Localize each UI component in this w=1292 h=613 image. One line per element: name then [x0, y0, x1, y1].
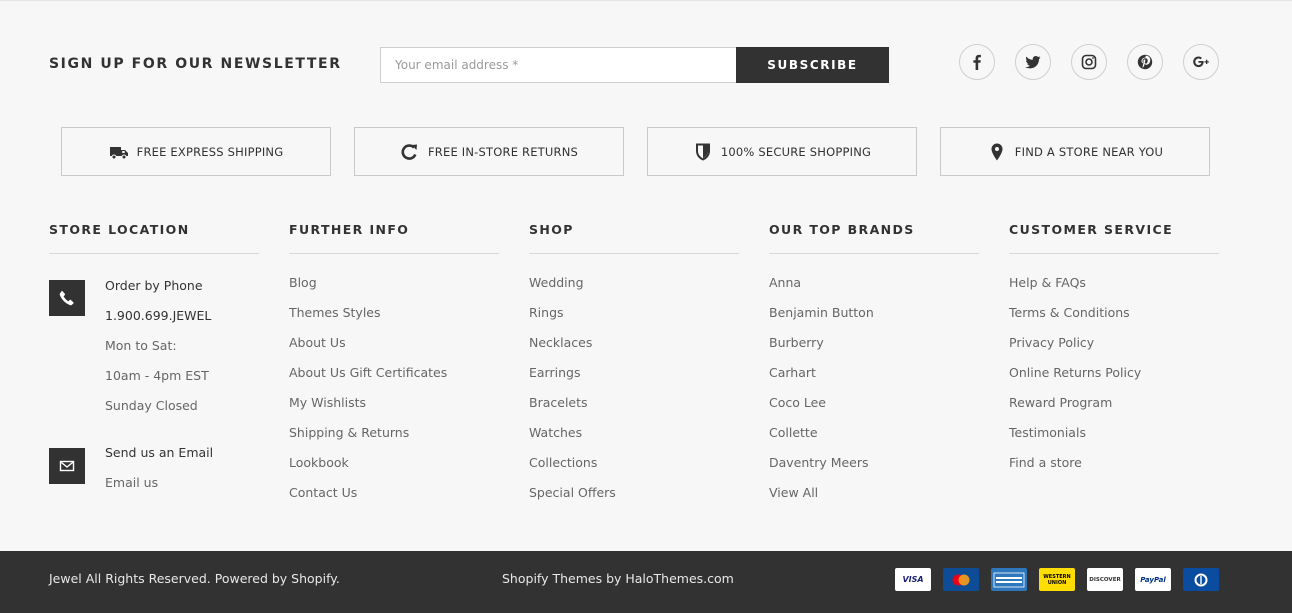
paypal-icon: PayPal — [1135, 568, 1171, 591]
facebook-link[interactable] — [959, 44, 995, 80]
footer-link-find-store[interactable]: Find a store — [1009, 454, 1219, 484]
brand-link-coco-lee[interactable]: Coco Lee — [769, 394, 979, 424]
shop-column: SHOP Wedding Rings Necklaces Earrings Br… — [529, 222, 739, 514]
footer-link-about-us[interactable]: About Us — [289, 334, 499, 364]
pinterest-link[interactable] — [1127, 44, 1163, 80]
pinterest-icon — [1137, 54, 1153, 70]
discover-icon: DISCOVER — [1087, 568, 1123, 591]
further-info-title: FURTHER INFO — [289, 222, 499, 254]
facebook-icon — [973, 54, 981, 70]
google-plus-icon — [1193, 56, 1209, 68]
footer-link-watches[interactable]: Watches — [529, 424, 739, 454]
footer-link-wedding[interactable]: Wedding — [529, 274, 739, 304]
top-divider — [0, 0, 1292, 1]
footer-link-testimonials[interactable]: Testimonials — [1009, 424, 1219, 454]
twitter-icon — [1025, 56, 1041, 69]
footer-link-reward-program[interactable]: Reward Program — [1009, 394, 1219, 424]
footer-link-help-faqs[interactable]: Help & FAQs — [1009, 274, 1219, 304]
newsletter-title: SIGN UP FOR OUR NEWSLETTER — [49, 56, 342, 72]
footer-link-terms[interactable]: Terms & Conditions — [1009, 304, 1219, 334]
feature-label: 100% SECURE SHOPPING — [720, 144, 872, 159]
brand-link-daventry-meers[interactable]: Daventry Meers — [769, 454, 979, 484]
feature-free-returns[interactable]: FREE IN-STORE RETURNS — [354, 127, 624, 176]
feature-label: FREE EXPRESS SHIPPING — [136, 144, 284, 159]
brand-link-collette[interactable]: Collette — [769, 424, 979, 454]
visa-label: VISA — [902, 575, 924, 584]
store-location-column: STORE LOCATION — [49, 222, 259, 254]
subscribe-button[interactable]: SUBSCRIBE — [736, 47, 889, 83]
feature-free-shipping[interactable]: FREE EXPRESS SHIPPING — [61, 127, 331, 176]
brand-link-burberry[interactable]: Burberry — [769, 334, 979, 364]
american-express-icon — [991, 568, 1027, 591]
footer-link-special-offers[interactable]: Special Offers — [529, 484, 739, 514]
visa-icon: VISA — [895, 568, 931, 591]
paypal-label: PayPal — [1140, 575, 1166, 584]
email-label: Send us an Email — [105, 445, 214, 460]
brand-link-benjamin-button[interactable]: Benjamin Button — [769, 304, 979, 334]
phone-icon — [59, 291, 74, 306]
phone-number[interactable]: 1.900.699.JEWEL — [105, 307, 265, 337]
top-brands-column: OUR TOP BRANDS Anna Benjamin Button Burb… — [769, 222, 979, 514]
brand-link-anna[interactable]: Anna — [769, 274, 979, 304]
email-link[interactable]: Email us — [105, 474, 265, 504]
brand-link-view-all[interactable]: View All — [769, 484, 979, 514]
footer-link-contact-us[interactable]: Contact Us — [289, 484, 499, 514]
customer-service-title: CUSTOMER SERVICE — [1009, 222, 1219, 254]
footer-link-lookbook[interactable]: Lookbook — [289, 454, 499, 484]
footer-link-privacy[interactable]: Privacy Policy — [1009, 334, 1219, 364]
western-union-icon: WESTERN UNION — [1039, 568, 1075, 591]
western-union-label: WESTERN UNION — [1043, 573, 1071, 586]
mail-icon — [59, 460, 75, 472]
twitter-link[interactable] — [1015, 44, 1051, 80]
footer-link-wishlists[interactable]: My Wishlists — [289, 394, 499, 424]
footer-link-rings[interactable]: Rings — [529, 304, 739, 334]
instagram-link[interactable] — [1071, 44, 1107, 80]
store-location-title: STORE LOCATION — [49, 222, 259, 254]
mastercard-icon — [943, 568, 979, 591]
theme-credit-link[interactable]: Shopify Themes by HaloThemes.com — [502, 571, 734, 586]
feature-label: FREE IN-STORE RETURNS — [427, 144, 579, 159]
instagram-icon — [1081, 54, 1097, 70]
footer-link-returns-policy[interactable]: Online Returns Policy — [1009, 364, 1219, 394]
shield-icon — [695, 143, 710, 161]
further-info-column: FURTHER INFO Blog Themes Styles About Us… — [289, 222, 499, 514]
top-brands-title: OUR TOP BRANDS — [769, 222, 979, 254]
newsletter-email-input[interactable] — [380, 47, 737, 83]
footer-link-necklaces[interactable]: Necklaces — [529, 334, 739, 364]
footer-link-earrings[interactable]: Earrings — [529, 364, 739, 394]
feature-find-store[interactable]: FIND A STORE NEAR YOU — [940, 127, 1210, 176]
hours-time: 10am - 4pm EST — [105, 368, 209, 383]
feature-label: FIND A STORE NEAR YOU — [1014, 144, 1164, 159]
shop-title: SHOP — [529, 222, 739, 254]
phone-label: Order by Phone — [105, 278, 203, 293]
truck-icon — [109, 146, 128, 159]
footer-link-gift-certificates[interactable]: About Us Gift Certificates — [289, 364, 499, 394]
mail-icon-box — [49, 448, 85, 484]
discover-label: DISCOVER — [1089, 576, 1121, 583]
hours-sunday: Sunday Closed — [105, 398, 198, 413]
footer-link-blog[interactable]: Blog — [289, 274, 499, 304]
brand-link-carhart[interactable]: Carhart — [769, 364, 979, 394]
footer-link-collections[interactable]: Collections — [529, 454, 739, 484]
copyright-text: Jewel All Rights Reserved. Powered by Sh… — [49, 571, 340, 586]
footer-link-shipping-returns[interactable]: Shipping & Returns — [289, 424, 499, 454]
hours-days: Mon to Sat: — [105, 338, 177, 353]
feature-secure-shopping[interactable]: 100% SECURE SHOPPING — [647, 127, 917, 176]
phone-icon-box — [49, 280, 85, 316]
footer-link-bracelets[interactable]: Bracelets — [529, 394, 739, 424]
location-pin-icon — [991, 143, 1003, 160]
google-plus-link[interactable] — [1183, 44, 1219, 80]
customer-service-column: CUSTOMER SERVICE Help & FAQs Terms & Con… — [1009, 222, 1219, 484]
footer-link-themes-styles[interactable]: Themes Styles — [289, 304, 499, 334]
footer-bottom-bar: Jewel All Rights Reserved. Powered by Sh… — [0, 551, 1292, 613]
diners-club-icon — [1183, 568, 1219, 591]
refresh-icon — [401, 143, 417, 160]
